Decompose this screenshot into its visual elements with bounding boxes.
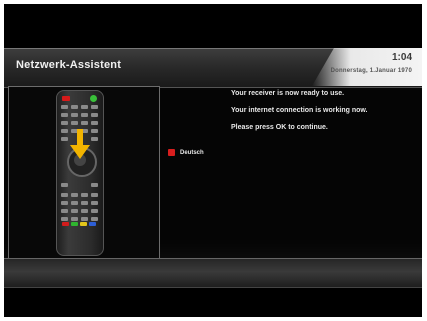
power-button-icon [62,96,70,101]
clock-date: Donnerstag, 1.Januar 1970 [330,68,412,74]
remote-control-icon [56,90,104,256]
message-internet: Your internet connection is working now. [231,107,368,114]
message-press-ok: Please press OK to continue. [231,124,328,131]
down-arrow-icon [70,129,90,159]
green-button-icon [90,95,97,102]
message-ready: Your receiver is now ready to use. [231,90,345,97]
red-button-icon [168,149,175,156]
clock-time: 1:04 [391,52,412,63]
tv-screen: Netzwerk-Assistent 1:04 Donnerstag, 1.Ja… [4,4,422,317]
color-buttons-icon [62,222,98,227]
footer-bar [4,258,422,288]
page-title: Netzwerk-Assistent [16,59,122,71]
language-option-deutsch[interactable]: Deutsch [180,150,204,156]
remote-image-frame [8,86,160,260]
